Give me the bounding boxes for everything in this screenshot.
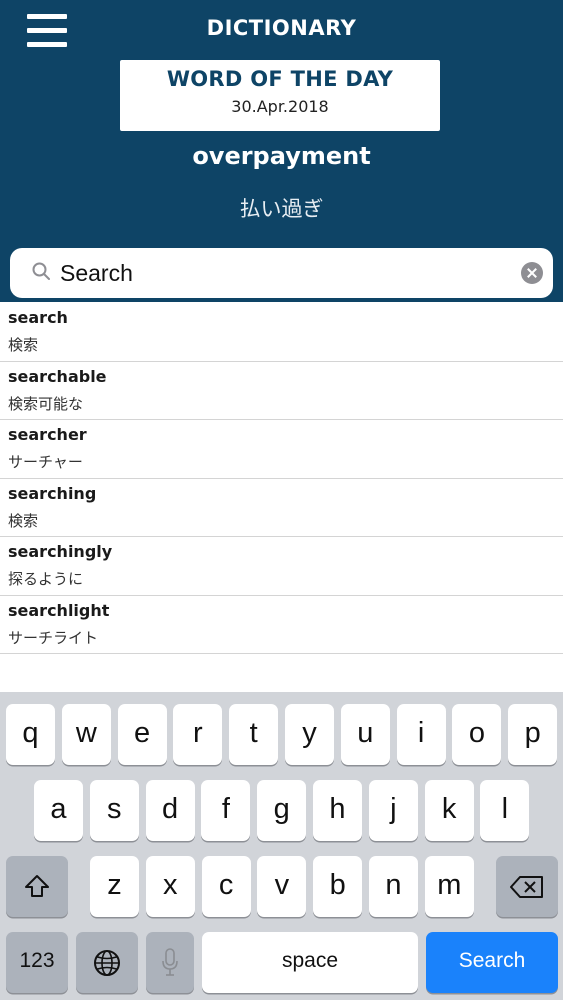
result-translation: サーチャー <box>8 453 83 471</box>
key-m[interactable]: m <box>424 856 474 917</box>
key-j[interactable]: j <box>368 780 418 841</box>
key-t[interactable]: t <box>229 704 279 765</box>
magnifier-icon <box>32 262 50 280</box>
result-row[interactable]: searching 検索 <box>0 479 563 537</box>
result-word: searchingly <box>8 542 113 561</box>
result-translation: 検索 <box>8 336 39 354</box>
search-bar[interactable] <box>10 248 553 298</box>
key-s[interactable]: s <box>89 780 139 841</box>
numbers-key[interactable]: 123 <box>6 932 68 993</box>
search-input[interactable] <box>60 254 510 292</box>
word-of-the-day-word[interactable]: overpayment <box>0 142 563 170</box>
key-g[interactable]: g <box>257 780 307 841</box>
result-word: searchlight <box>8 600 110 620</box>
result-row[interactable]: searchingly 探るように <box>0 537 563 596</box>
backspace-icon <box>510 876 543 898</box>
result-translation: 探るように <box>8 570 84 588</box>
result-translation: サーチライト <box>8 628 99 647</box>
key-i[interactable]: i <box>396 704 446 765</box>
key-u[interactable]: u <box>340 704 390 765</box>
key-h[interactable]: h <box>313 780 362 841</box>
key-o[interactable]: o <box>452 704 502 765</box>
shift-key[interactable] <box>6 856 68 917</box>
result-row[interactable]: searcher サーチャー <box>0 420 563 479</box>
search-key[interactable]: Search <box>426 932 558 993</box>
key-k[interactable]: k <box>424 780 474 841</box>
word-of-the-day-label: WORD OF THE DAY <box>166 67 394 91</box>
space-key[interactable]: space <box>202 932 418 993</box>
microphone-icon <box>162 948 178 976</box>
globe-icon <box>94 950 120 976</box>
result-word: search <box>8 308 68 327</box>
key-v[interactable]: v <box>257 856 307 917</box>
key-x[interactable]: x <box>145 856 195 917</box>
key-c[interactable]: c <box>201 856 251 917</box>
key-p[interactable]: p <box>508 704 558 765</box>
word-of-the-day-card[interactable]: WORD OF THE DAY 30.Apr.2018 <box>120 60 440 131</box>
key-l[interactable]: l <box>480 780 530 841</box>
result-translation: 検索 <box>8 511 39 530</box>
key-w[interactable]: w <box>61 704 111 765</box>
backspace-key[interactable] <box>496 856 558 917</box>
result-row[interactable]: search 検索 <box>0 303 563 362</box>
result-translation: 検索可能な <box>8 394 84 413</box>
clear-icon[interactable] <box>521 262 543 284</box>
keyboard: 123 space Search qwertyuiop asdfghjkl zxcv… <box>0 692 563 1000</box>
key-q[interactable]: q <box>6 704 55 765</box>
key-a[interactable]: a <box>34 780 83 841</box>
key-y[interactable]: y <box>285 704 334 765</box>
key-e[interactable]: e <box>117 704 167 765</box>
dictation-key[interactable] <box>146 932 194 993</box>
key-n[interactable]: n <box>369 856 418 917</box>
globe-key[interactable] <box>76 932 138 993</box>
result-word: searchable <box>8 366 107 386</box>
key-d[interactable]: d <box>145 780 195 841</box>
result-word: searcher <box>8 425 87 444</box>
key-z[interactable]: z <box>90 856 139 917</box>
key-b[interactable]: b <box>313 856 363 917</box>
results-list: search 検索 searchable 検索可能な searcher サーチャー sear… <box>0 303 563 654</box>
word-of-the-day-translation: 払い過ぎ <box>239 197 324 221</box>
app-title: DICTIONARY <box>206 16 357 40</box>
key-f[interactable]: f <box>201 780 251 841</box>
result-row[interactable]: searchlight サーチライト <box>0 596 563 654</box>
word-of-the-day-date: 30.Apr.2018 <box>231 97 329 116</box>
key-r[interactable]: r <box>173 704 223 765</box>
result-word: searching <box>8 483 97 503</box>
result-row[interactable]: searchable 検索可能な <box>0 362 563 420</box>
shift-arrow-icon <box>25 875 49 897</box>
